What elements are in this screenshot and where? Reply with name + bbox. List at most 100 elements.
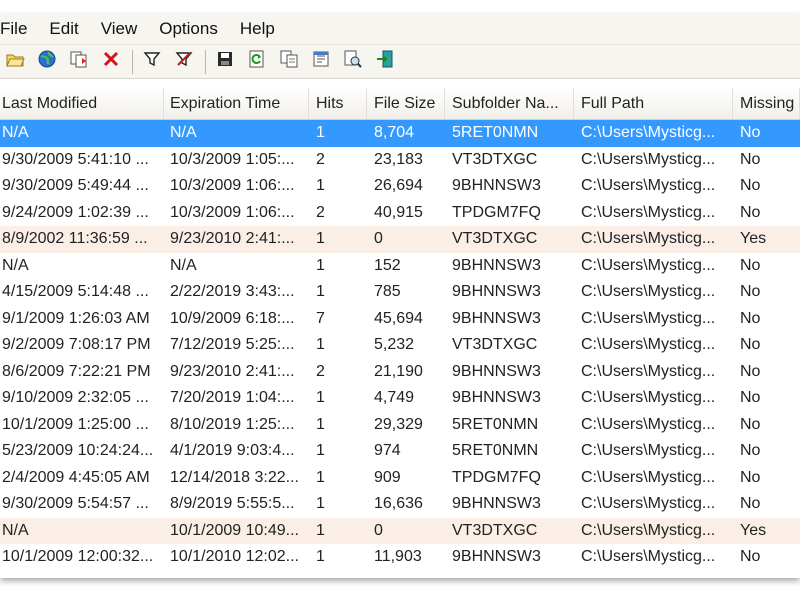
copy-button[interactable] [276, 49, 302, 75]
cell-hits: 7 [316, 309, 325, 327]
cell-last-modified: 9/24/2009 1:02:39 ... [2, 203, 149, 221]
table-row[interactable]: 9/2/2009 7:08:17 PM 7/12/2019 5:25:... 1 5,… [0, 332, 800, 359]
cell-hits: 2 [316, 150, 325, 168]
cell-last-modified: 4/15/2009 5:14:48 ... [2, 283, 149, 301]
cell-expiration-time: N/A [170, 124, 197, 142]
table-row[interactable]: 8/9/2002 11:36:59 ... 9/23/2010 2:41:... 1… [0, 226, 800, 253]
cell-file-size: 11,903 [374, 548, 422, 566]
cache-list[interactable]: Last Modified Expiration Time Hits File Siz… [0, 88, 800, 571]
find-button[interactable] [340, 49, 366, 75]
menu-options[interactable]: Options [148, 19, 229, 39]
cell-full-path: C:\Users\Mysticg... [581, 521, 716, 539]
cell-hits: 2 [316, 203, 325, 221]
table-row[interactable]: 5/23/2009 10:24:24... 4/1/2019 9:03:4... 1… [0, 438, 800, 465]
table-row[interactable]: 10/1/2009 12:00:32... 10/1/2010 12:02... 1… [0, 544, 800, 571]
cell-subfolder-name: 9BHNNSW3 [452, 362, 541, 380]
column-header-expiration-time[interactable]: Expiration Time [164, 88, 309, 119]
menu-file[interactable]: File [0, 19, 38, 39]
save-button[interactable] [212, 49, 238, 75]
menu-edit[interactable]: Edit [38, 19, 89, 39]
cell-subfolder-name: VT3DTXGC [452, 230, 538, 248]
globe-button[interactable] [34, 49, 60, 75]
cell-last-modified: N/A [2, 256, 29, 274]
cell-file-size: 909 [374, 468, 401, 486]
cell-full-path: C:\Users\Mysticg... [581, 415, 716, 433]
cell-last-modified: 8/9/2002 11:36:59 ... [2, 230, 148, 248]
copy-files-icon [69, 49, 89, 74]
table-row[interactable]: 8/6/2009 7:22:21 PM 9/23/2010 2:41:... 2 21… [0, 359, 800, 386]
cell-subfolder-name: 9BHNNSW3 [452, 495, 541, 513]
cell-last-modified: 9/30/2009 5:41:10 ... [2, 150, 149, 168]
table-row[interactable]: 9/30/2009 5:49:44 ... 10/3/2009 1:06:... 1… [0, 173, 800, 200]
table-row[interactable]: 9/10/2009 2:32:05 ... 7/20/2019 1:04:... 1… [0, 385, 800, 412]
cell-missing: No [740, 256, 761, 274]
table-row[interactable]: N/A 10/1/2009 10:49... 1 0 VT3DTXGC C:\Users\… [0, 517, 800, 544]
refresh-icon [247, 49, 267, 74]
cell-last-modified: 9/2/2009 7:08:17 PM [2, 336, 151, 354]
cell-missing: No [740, 442, 761, 460]
column-header-full-path[interactable]: Full Path [574, 88, 733, 119]
properties-icon [311, 49, 331, 74]
column-header-last-modified[interactable]: Last Modified [0, 88, 164, 119]
menu-help[interactable]: Help [229, 19, 286, 39]
cell-file-size: 8,704 [374, 124, 415, 142]
cell-missing: No [740, 150, 761, 168]
cell-subfolder-name: VT3DTXGC [452, 521, 538, 539]
cell-subfolder-name: TPDGM7FQ [452, 468, 541, 486]
cell-missing: No [740, 415, 761, 433]
cell-expiration-time: 10/1/2010 12:02... [170, 548, 299, 566]
cell-last-modified: N/A [2, 521, 29, 539]
cell-subfolder-name: VT3DTXGC [452, 150, 538, 168]
copy-files-button[interactable] [66, 49, 92, 75]
table-row[interactable]: N/A N/A 1 152 9BHNNSW3 C:\Users\Mysticg... No [0, 253, 800, 280]
cell-full-path: C:\Users\Mysticg... [581, 124, 716, 142]
table-row[interactable]: 9/30/2009 5:54:57 ... 8/9/2019 5:55:5... 1… [0, 491, 800, 518]
properties-button[interactable] [308, 49, 334, 75]
cell-file-size: 974 [374, 442, 401, 460]
table-row[interactable]: 9/30/2009 5:41:10 ... 10/3/2009 1:05:... 2… [0, 147, 800, 174]
table-row[interactable]: 2/4/2009 4:45:05 AM 12/14/2018 3:22... 1 90… [0, 465, 800, 492]
column-header-file-size[interactable]: File Size [367, 88, 445, 119]
cell-last-modified: 10/1/2009 1:25:00 ... [2, 415, 149, 433]
refresh-button[interactable] [244, 49, 270, 75]
open-folder-button[interactable] [2, 49, 28, 75]
cell-file-size: 0 [374, 230, 383, 248]
cell-missing: No [740, 177, 761, 195]
cell-hits: 1 [316, 389, 325, 407]
cell-file-size: 29,329 [374, 415, 423, 433]
globe-icon [37, 49, 57, 74]
cell-last-modified: N/A [2, 124, 29, 142]
table-row[interactable]: 10/1/2009 1:25:00 ... 8/10/2019 1:25:... 1… [0, 412, 800, 439]
column-header-missing[interactable]: Missing [733, 88, 800, 119]
exit-button[interactable] [372, 49, 398, 75]
cell-file-size: 0 [374, 521, 383, 539]
cell-hits: 1 [316, 177, 325, 195]
cell-subfolder-name: VT3DTXGC [452, 336, 538, 354]
table-row[interactable]: 4/15/2009 5:14:48 ... 2/22/2019 3:43:... 1… [0, 279, 800, 306]
cell-expiration-time: 10/3/2009 1:06:... [170, 177, 295, 195]
column-header-hits[interactable]: Hits [309, 88, 367, 119]
toolbar-separator [205, 49, 206, 74]
cell-subfolder-name: 9BHNNSW3 [452, 389, 541, 407]
cell-full-path: C:\Users\Mysticg... [581, 230, 716, 248]
cell-last-modified: 5/23/2009 10:24:24... [2, 442, 154, 460]
filter-off-button[interactable] [171, 49, 197, 75]
menu-view[interactable]: View [90, 19, 149, 39]
table-row[interactable]: 9/1/2009 1:26:03 AM 10/9/2009 6:18:... 7 45… [0, 306, 800, 333]
table-row[interactable]: N/A N/A 1 8,704 5RET0NMN C:\Users\Mysticg... N… [0, 120, 800, 147]
table-row[interactable]: 9/24/2009 1:02:39 ... 10/3/2009 1:06:... 2… [0, 200, 800, 227]
cell-missing: No [740, 203, 761, 221]
column-header-subfolder-name[interactable]: Subfolder Na... [445, 88, 574, 119]
cell-last-modified: 10/1/2009 12:00:32... [2, 548, 154, 566]
cell-expiration-time: 9/23/2010 2:41:... [170, 230, 295, 248]
cell-missing: No [740, 389, 761, 407]
filter-button[interactable] [139, 49, 165, 75]
cell-missing: No [740, 362, 761, 380]
cell-subfolder-name: 5RET0NMN [452, 124, 539, 142]
cell-file-size: 4,749 [374, 389, 415, 407]
cell-file-size: 785 [374, 283, 401, 301]
cell-hits: 1 [316, 124, 325, 142]
cell-subfolder-name: 9BHNNSW3 [452, 548, 541, 566]
cell-file-size: 26,694 [374, 177, 423, 195]
delete-button[interactable] [98, 49, 124, 75]
